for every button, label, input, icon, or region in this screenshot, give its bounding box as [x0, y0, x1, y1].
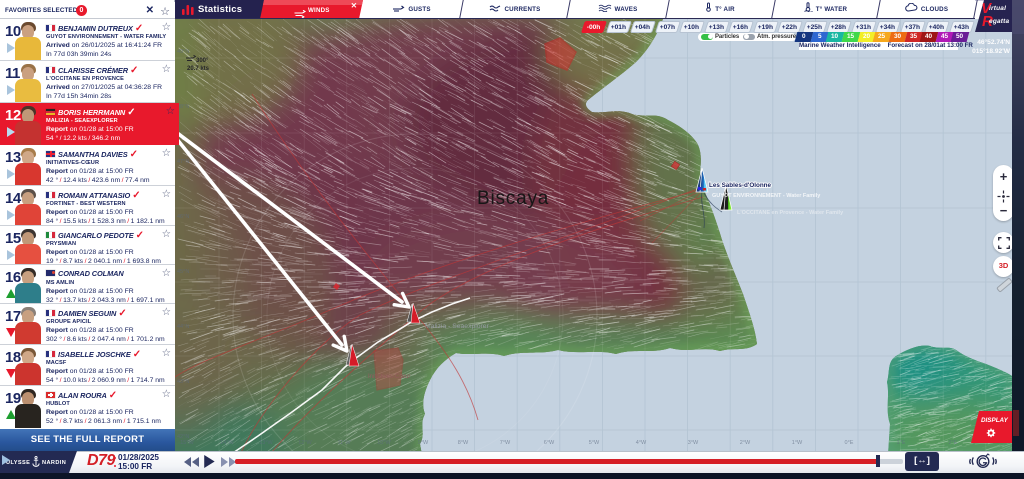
svg-text:14°W: 14°W: [220, 440, 234, 446]
svg-text:3°W: 3°W: [688, 440, 699, 446]
svg-text:15°W: 15°W: [180, 440, 194, 446]
svg-text:GUYOT ENVIRONNEMENT - Water Fa: GUYOT ENVIRONNEMENT - Water Family: [712, 193, 821, 199]
svg-text:20.7 kts: 20.7 kts: [187, 66, 210, 72]
svg-text:8°W: 8°W: [458, 440, 469, 446]
svg-text:49°N: 49°N: [177, 49, 189, 55]
svg-text:44°N: 44°N: [177, 324, 189, 330]
svg-text:9°W: 9°W: [418, 440, 429, 446]
svg-text:5°W: 5°W: [589, 440, 600, 446]
svg-text:10°W: 10°W: [377, 440, 391, 446]
svg-text:Les Sables-d'Olonne: Les Sables-d'Olonne: [709, 182, 772, 189]
svg-text:300°: 300°: [196, 58, 209, 64]
svg-text:1°E: 1°E: [897, 440, 906, 446]
svg-text:4°W: 4°W: [636, 440, 647, 446]
svg-text:6°W: 6°W: [544, 440, 555, 446]
svg-text:43°N: 43°N: [177, 379, 189, 385]
svg-text:L'OCCITANE en Provence - Water: L'OCCITANE en Provence - Water Family: [737, 210, 844, 216]
svg-text:7°W: 7°W: [500, 440, 511, 446]
svg-text:Initiatives-Cœur: Initiatives-Cœur: [368, 374, 410, 380]
svg-text:45°N: 45°N: [177, 269, 189, 275]
svg-text:46°N: 46°N: [177, 214, 189, 220]
svg-text:11°W: 11°W: [337, 440, 351, 446]
svg-text:2°E: 2°E: [949, 440, 958, 446]
svg-text:12°W: 12°W: [298, 440, 312, 446]
svg-text:13°W: 13°W: [259, 440, 273, 446]
svg-text:Malizia - Seaexplorer: Malizia - Seaexplorer: [425, 323, 490, 330]
svg-text:1°W: 1°W: [792, 440, 803, 446]
svg-text:Biscaya: Biscaya: [477, 188, 549, 209]
svg-text:0°E: 0°E: [845, 440, 854, 446]
svg-text:2°W: 2°W: [740, 440, 751, 446]
svg-text:47°N: 47°N: [177, 159, 189, 165]
